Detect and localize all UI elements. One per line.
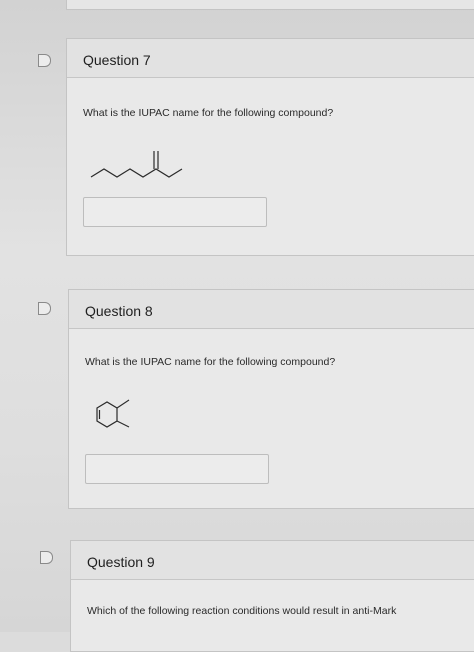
question-7-header: Question 7 — [67, 39, 474, 78]
flag-icon[interactable] — [38, 54, 51, 67]
question-8-header: Question 8 — [69, 290, 474, 329]
question-8-answer-input[interactable] — [85, 454, 269, 484]
skeletal-structure-ketone — [90, 151, 183, 178]
skeletal-structure-cyclohexene — [96, 399, 130, 428]
question-9-prompt: Which of the following reaction conditio… — [87, 605, 397, 617]
question-7-prompt: What is the IUPAC name for the following… — [83, 107, 334, 119]
question-9-title: Question 9 — [87, 554, 155, 570]
question-7-answer-input[interactable] — [83, 197, 267, 227]
question-8-prompt: What is the IUPAC name for the following… — [85, 356, 336, 368]
question-8-card: Question 8 What is the IUPAC name for th… — [68, 289, 474, 509]
question-9-card: Question 9 Which of the following reacti… — [70, 540, 474, 652]
flag-icon[interactable] — [40, 551, 53, 564]
flag-icon[interactable] — [38, 302, 51, 315]
previous-question-card — [66, 0, 474, 10]
question-9-header: Question 9 — [71, 541, 474, 580]
question-7-card: Question 7 What is the IUPAC name for th… — [66, 38, 474, 256]
question-7-title: Question 7 — [83, 52, 151, 68]
question-8-title: Question 8 — [85, 303, 153, 319]
